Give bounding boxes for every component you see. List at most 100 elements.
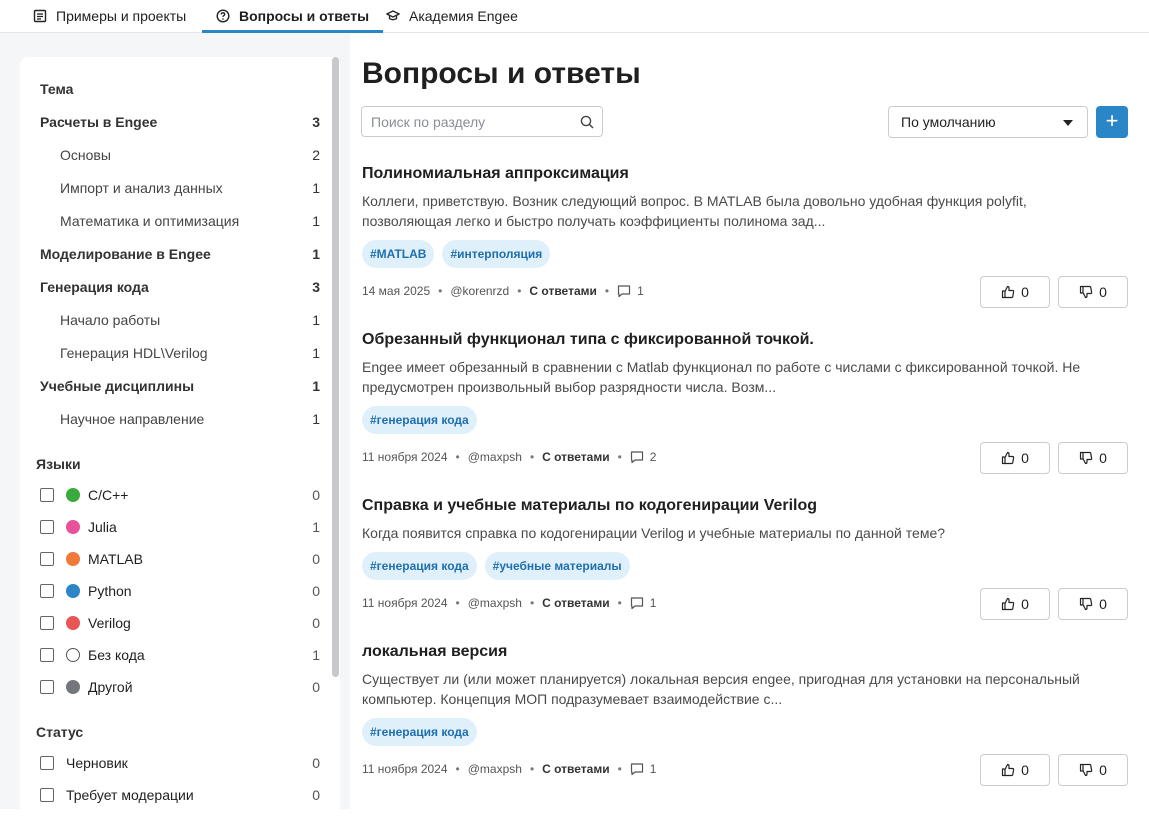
comment-icon <box>630 596 644 610</box>
checkbox[interactable] <box>40 788 54 802</box>
topic-heading: Тема <box>40 81 74 97</box>
search-input[interactable] <box>362 107 562 136</box>
tab-examples[interactable]: Примеры и проекты <box>33 0 186 32</box>
status-filter-draft[interactable]: Черновик 0 <box>20 747 320 779</box>
tab-label: Вопросы и ответы <box>239 8 370 24</box>
dislike-count: 0 <box>1099 284 1107 300</box>
dislike-button[interactable]: 0 <box>1058 442 1128 474</box>
checkbox[interactable] <box>40 680 54 694</box>
checkbox[interactable] <box>40 584 54 598</box>
checkbox[interactable] <box>40 756 54 770</box>
languages-heading: Языки <box>36 456 81 472</box>
like-button[interactable]: 0 <box>980 442 1050 474</box>
tab-label: Академия Engee <box>409 8 518 24</box>
page-title: Вопросы и ответы <box>362 57 641 90</box>
sidebar-scrollbar[interactable] <box>332 57 339 677</box>
language-filter-no-code[interactable]: Без кода 1 <box>20 639 320 671</box>
question-card: Справка и учебные материалы по кодогенир… <box>362 497 1128 622</box>
tag[interactable]: #генерация кода <box>362 406 477 434</box>
question-card: локальная версия Существует ли (или може… <box>362 643 1128 788</box>
answer-status: С ответами <box>542 596 610 610</box>
question-author[interactable]: @maxpsh <box>468 450 522 464</box>
topic-item[interactable]: Импорт и анализ данных 1 <box>20 171 320 204</box>
graduation-cap-icon <box>386 9 400 23</box>
question-card: Обрезанный функционал типа с фиксированн… <box>362 331 1128 476</box>
dislike-count: 0 <box>1099 762 1107 778</box>
question-title[interactable]: Полиномиальная аппроксимация <box>362 165 629 183</box>
top-navigation: Примеры и проекты Вопросы и ответы Акаде… <box>0 0 1149 33</box>
question-meta: 11 ноября 2024 • @maxpsh • С ответами • 1 <box>362 596 657 610</box>
tag[interactable]: #генерация кода <box>362 552 477 580</box>
language-filter-other[interactable]: Другой 0 <box>20 671 320 703</box>
tag[interactable]: #учебные материалы <box>484 552 630 580</box>
checkbox[interactable] <box>40 616 54 630</box>
document-icon <box>33 9 47 23</box>
topic-item[interactable]: Учебные дисциплины 1 <box>20 369 320 402</box>
thumbs-down-icon <box>1079 597 1093 611</box>
dislike-button[interactable]: 0 <box>1058 588 1128 620</box>
question-date: 14 мая 2025 <box>362 284 431 298</box>
question-author[interactable]: @korenrzd <box>450 284 509 298</box>
checkbox[interactable] <box>40 520 54 534</box>
question-meta: 14 мая 2025 • @korenrzd • С ответами • 1 <box>362 284 644 298</box>
tag[interactable]: #генерация кода <box>362 718 477 746</box>
like-button[interactable]: 0 <box>980 754 1050 786</box>
language-filter-julia[interactable]: Julia 1 <box>20 511 320 543</box>
tab-questions[interactable]: Вопросы и ответы <box>202 0 384 33</box>
thumbs-down-icon <box>1079 451 1093 465</box>
search-box[interactable] <box>361 106 603 137</box>
question-title[interactable]: локальная версия <box>362 643 507 661</box>
search-icon[interactable] <box>580 115 594 129</box>
dislike-button[interactable]: 0 <box>1058 754 1128 786</box>
topic-item[interactable]: Моделирование в Engee 1 <box>20 237 320 270</box>
topic-item[interactable]: Генерация кода 3 <box>20 270 320 303</box>
topic-item[interactable]: Научное направление 1 <box>20 402 320 435</box>
thumbs-down-icon <box>1079 285 1093 299</box>
checkbox[interactable] <box>40 488 54 502</box>
question-excerpt: Когда появится справка по кодогенирации … <box>362 525 946 541</box>
tag-list: #генерация кода <box>362 718 477 746</box>
status-heading: Статус <box>36 724 84 740</box>
tab-academy[interactable]: Академия Engee <box>386 0 518 32</box>
sort-select[interactable]: По умолчанию <box>888 106 1088 138</box>
language-color-dot <box>66 584 80 598</box>
language-filter-python[interactable]: Python 0 <box>20 575 320 607</box>
question-author[interactable]: @maxpsh <box>468 762 522 776</box>
topic-item[interactable]: Математика и оптимизация 1 <box>20 204 320 237</box>
comment-icon <box>630 762 644 776</box>
status-filter-moderation[interactable]: Требует модерации 0 <box>20 779 320 811</box>
sort-value: По умолчанию <box>901 114 996 130</box>
like-button[interactable]: 0 <box>980 588 1050 620</box>
thumbs-up-icon <box>1001 597 1015 611</box>
language-filter-verilog[interactable]: Verilog 0 <box>20 607 320 639</box>
topic-item[interactable]: Начало работы 1 <box>20 303 320 336</box>
language-color-dot <box>66 680 80 694</box>
checkbox[interactable] <box>40 552 54 566</box>
question-date: 11 ноября 2024 <box>362 762 448 776</box>
dislike-button[interactable]: 0 <box>1058 276 1128 308</box>
language-color-dot <box>66 552 80 566</box>
language-filter-cpp[interactable]: C/C++ 0 <box>20 479 320 511</box>
question-title[interactable]: Справка и учебные материалы по кодогенир… <box>362 497 817 515</box>
topic-item[interactable]: Расчеты в Engee 3 <box>20 105 320 138</box>
checkbox[interactable] <box>40 648 54 662</box>
language-color-dot <box>66 616 80 630</box>
question-excerpt: Коллеги, приветствую. Возник следующий в… <box>362 193 1027 229</box>
tag-list: #генерация кода #учебные материалы <box>362 552 630 580</box>
topic-item[interactable]: Генерация HDL\Verilog 1 <box>20 336 320 369</box>
language-filter-matlab[interactable]: MATLAB 0 <box>20 543 320 575</box>
comment-count: 1 <box>649 596 657 610</box>
filter-sidebar: Тема Расчеты в Engee 3 Основы 2 Импорт и а… <box>20 57 340 817</box>
topic-item[interactable]: Основы 2 <box>20 138 320 171</box>
thumbs-up-icon <box>1001 285 1015 299</box>
question-title[interactable]: Обрезанный функционал типа с фиксированн… <box>362 331 814 349</box>
question-author[interactable]: @maxpsh <box>468 596 522 610</box>
chevron-down-icon <box>1063 120 1073 126</box>
comment-count: 1 <box>649 762 657 776</box>
tab-label: Примеры и проекты <box>56 8 187 24</box>
answer-status: С ответами <box>542 450 610 464</box>
tag[interactable]: #интерполяция <box>442 240 551 268</box>
add-question-button[interactable]: + <box>1096 106 1128 138</box>
tag[interactable]: #MATLAB <box>362 240 435 268</box>
like-button[interactable]: 0 <box>980 276 1050 308</box>
